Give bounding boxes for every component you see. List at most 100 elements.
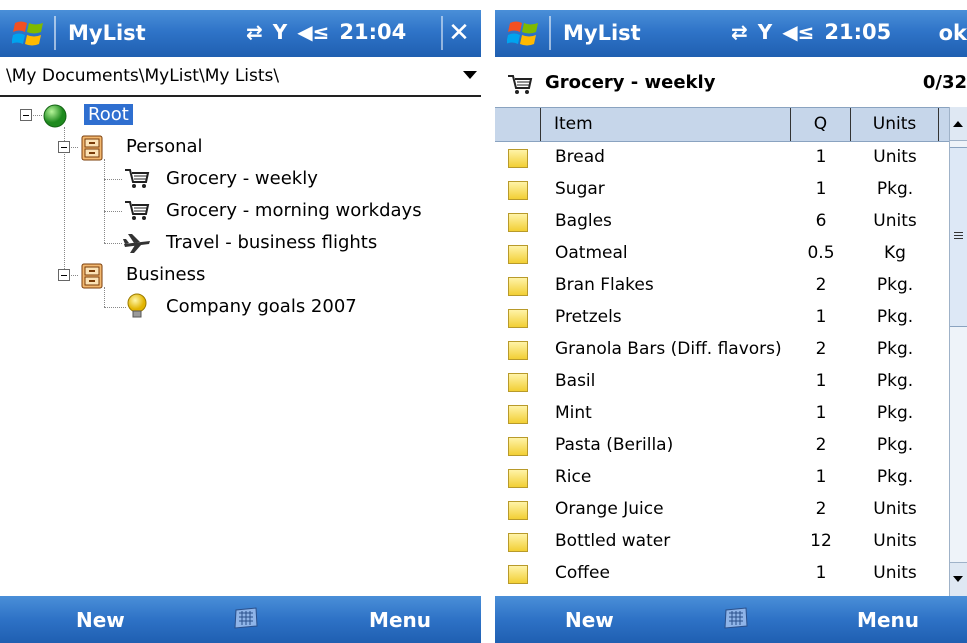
softkey-bar: New Menu [495, 596, 967, 643]
tree-item-personal[interactable]: Personal [126, 133, 203, 161]
item-name: Bread [555, 147, 605, 167]
list-item[interactable]: Orange Juice 2 Units [495, 494, 949, 526]
title-separator [549, 16, 551, 50]
item-units: Pkg. [876, 275, 914, 295]
close-button[interactable]: ✕ [441, 16, 475, 50]
item-quantity: 1 [815, 371, 827, 391]
tree-label: Grocery - weekly [166, 168, 318, 189]
item-checkbox[interactable] [508, 213, 528, 232]
item-name: Pretzels [555, 307, 622, 327]
list-title: Grocery - weekly [545, 72, 716, 93]
column-item[interactable]: Item [541, 108, 791, 141]
item-checkbox[interactable] [508, 181, 528, 200]
list-item[interactable]: Basil 1 Pkg. [495, 366, 949, 398]
column-check[interactable] [495, 108, 541, 141]
item-checkbox[interactable] [508, 565, 528, 584]
item-name: Bagles [555, 211, 612, 231]
tree-item-business[interactable]: Business [126, 261, 205, 289]
chevron-down-icon[interactable] [463, 71, 477, 79]
item-checkbox[interactable] [508, 245, 528, 264]
list-item[interactable]: Sugar 1 Pkg. [495, 174, 949, 206]
list-item[interactable]: Bran Flakes 2 Pkg. [495, 270, 949, 302]
item-units: Pkg. [876, 467, 914, 487]
collapse-toggle[interactable] [20, 109, 32, 121]
item-checkbox[interactable] [508, 437, 528, 456]
column-units[interactable]: Units [851, 108, 939, 141]
list-item[interactable]: Pasta (Berilla) 2 Pkg. [495, 430, 949, 462]
tree-item-company-goals[interactable]: Company goals 2007 [166, 293, 357, 321]
tree-label: Root [84, 104, 133, 125]
connectivity-icon[interactable]: ⇄ [246, 20, 263, 44]
item-checkbox[interactable] [508, 373, 528, 392]
list-item[interactable]: Bread 1 Units [495, 142, 949, 174]
connectivity-icon[interactable]: ⇄ [731, 20, 748, 44]
menu-softkey[interactable]: Menu [369, 608, 431, 632]
scroll-up-button[interactable] [950, 107, 967, 141]
item-checkbox[interactable] [508, 405, 528, 424]
tree-item-grocery-morning[interactable]: Grocery - morning workdays [166, 197, 422, 225]
tree-item-root[interactable]: Root [84, 101, 133, 129]
list-item[interactable]: Coffee 1 Units [495, 558, 949, 590]
cabinet-icon [81, 135, 103, 161]
collapse-toggle[interactable] [58, 141, 70, 153]
item-checkbox[interactable] [508, 149, 528, 168]
column-quantity[interactable]: Q [791, 108, 851, 141]
scrollbar[interactable] [949, 107, 967, 596]
item-units: Units [873, 563, 917, 583]
item-units: Pkg. [876, 307, 914, 327]
item-name: Bran Flakes [555, 275, 654, 295]
item-count: 0/32 [922, 72, 967, 93]
windows-start-icon[interactable] [507, 18, 541, 50]
item-units: Pkg. [876, 403, 914, 423]
clock[interactable]: 21:05 [824, 20, 891, 44]
item-name: Mint [555, 403, 592, 423]
list-item[interactable]: Rice 1 Pkg. [495, 462, 949, 494]
tree-item-travel[interactable]: Travel - business flights [166, 229, 377, 257]
scroll-down-button[interactable] [950, 562, 967, 596]
ok-button[interactable]: ok [939, 21, 967, 45]
tree-label: Business [126, 264, 206, 285]
title-separator [54, 16, 56, 50]
item-quantity: 2 [815, 339, 827, 359]
item-checkbox[interactable] [508, 277, 528, 296]
menu-softkey[interactable]: Menu [857, 608, 919, 632]
list-item[interactable]: Mint 1 Pkg. [495, 398, 949, 430]
signal-icon[interactable]: Y [758, 20, 772, 44]
new-softkey[interactable]: New [565, 608, 614, 632]
app-title: MyList [68, 21, 146, 45]
list-item[interactable]: Pretzels 1 Pkg. [495, 302, 949, 334]
clock[interactable]: 21:04 [339, 20, 406, 44]
new-softkey[interactable]: New [76, 608, 125, 632]
list-screen: MyList ⇄ Y ◀≤ 21:05 ok Grocery - weekly 0/3… [495, 0, 967, 643]
list-item[interactable]: Granola Bars (Diff. flavors) 2 Pkg. [495, 334, 949, 366]
tree-item-grocery-weekly[interactable]: Grocery - weekly [166, 165, 318, 193]
keyboard-icon[interactable] [233, 606, 259, 630]
item-quantity: 2 [815, 435, 827, 455]
windows-start-icon[interactable] [12, 18, 46, 50]
item-quantity: 12 [810, 531, 832, 551]
title-bar: MyList ⇄ Y ◀≤ 21:04 ✕ [0, 10, 481, 57]
list-item[interactable]: Bagles 6 Units [495, 206, 949, 238]
keyboard-icon[interactable] [723, 606, 749, 630]
cabinet-icon [81, 263, 103, 289]
item-name: Coffee [555, 563, 610, 583]
item-name: Rice [555, 467, 592, 487]
softkey-bar: New Menu [0, 596, 481, 643]
path-dropdown[interactable]: \My Documents\MyList\My Lists\ [0, 57, 481, 97]
item-checkbox[interactable] [508, 533, 528, 552]
volume-icon[interactable]: ◀≤ [782, 20, 814, 44]
signal-icon[interactable]: Y [273, 20, 287, 44]
item-checkbox[interactable] [508, 341, 528, 360]
item-checkbox[interactable] [508, 501, 528, 520]
item-checkbox[interactable] [508, 309, 528, 328]
item-checkbox[interactable] [508, 469, 528, 488]
scroll-thumb[interactable] [950, 147, 967, 327]
volume-icon[interactable]: ◀≤ [297, 20, 329, 44]
status-icons: ⇄ Y ◀≤ 21:04 [246, 20, 416, 44]
path-text: \My Documents\MyList\My Lists\ [6, 66, 280, 86]
list-item[interactable]: Oatmeal 0.5 Kg [495, 238, 949, 270]
list-item[interactable]: Bottled water 12 Units [495, 526, 949, 558]
item-units: Units [873, 499, 917, 519]
collapse-toggle[interactable] [58, 269, 70, 281]
shopping-cart-icon [125, 169, 150, 188]
